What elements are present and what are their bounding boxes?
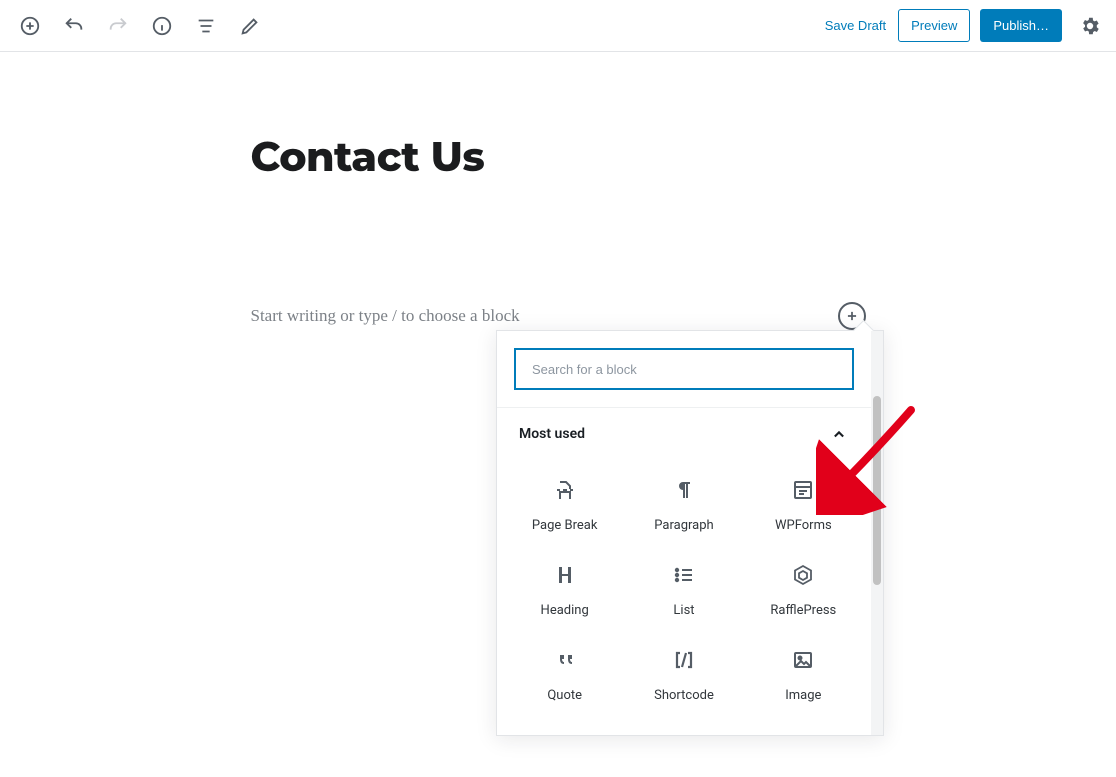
block-shortcode[interactable]: Shortcode bbox=[624, 632, 743, 717]
quote-icon bbox=[551, 646, 579, 674]
editor-canvas: Contact Us Start writing or type / to ch… bbox=[0, 52, 1116, 330]
image-icon bbox=[789, 646, 817, 674]
block-list[interactable]: List bbox=[624, 547, 743, 632]
block-rafflepress[interactable]: RafflePress bbox=[744, 547, 863, 632]
shortcode-icon bbox=[670, 646, 698, 674]
block-wpforms[interactable]: WPForms bbox=[744, 462, 863, 547]
inserter-scrollbar[interactable] bbox=[871, 331, 883, 735]
block-paragraph[interactable]: Paragraph bbox=[624, 462, 743, 547]
content-column: Contact Us Start writing or type / to ch… bbox=[251, 132, 866, 330]
block-heading[interactable]: Heading bbox=[505, 547, 624, 632]
scrollbar-thumb[interactable] bbox=[873, 396, 881, 585]
undo-icon[interactable] bbox=[56, 8, 92, 44]
block-grid: Page Break Paragraph WPForms bbox=[497, 454, 871, 735]
page-break-icon bbox=[551, 476, 579, 504]
settings-gear-icon[interactable] bbox=[1072, 8, 1108, 44]
redo-icon[interactable] bbox=[100, 8, 136, 44]
block-placeholder-text[interactable]: Start writing or type / to choose a bloc… bbox=[251, 306, 520, 326]
wpforms-icon bbox=[789, 476, 817, 504]
toolbar-right: Save Draft Preview Publish… bbox=[813, 8, 1108, 44]
inserter-section-header[interactable]: Most used bbox=[497, 407, 871, 454]
preview-button[interactable]: Preview bbox=[898, 9, 970, 42]
paragraph-icon bbox=[670, 476, 698, 504]
block-page-break[interactable]: Page Break bbox=[505, 462, 624, 547]
info-icon[interactable] bbox=[144, 8, 180, 44]
inserter-search-wrap bbox=[497, 331, 871, 407]
outline-icon[interactable] bbox=[188, 8, 224, 44]
publish-button[interactable]: Publish… bbox=[980, 9, 1062, 42]
save-draft-button[interactable]: Save Draft bbox=[813, 10, 898, 41]
inserter-section-title: Most used bbox=[519, 426, 585, 442]
search-input[interactable] bbox=[515, 349, 853, 389]
heading-icon bbox=[551, 561, 579, 589]
add-block-icon[interactable] bbox=[12, 8, 48, 44]
block-placeholder-row: Start writing or type / to choose a bloc… bbox=[251, 302, 866, 330]
toolbar-left bbox=[8, 8, 268, 44]
block-inserter-popover: Most used Page Break Paragraph bbox=[496, 330, 884, 736]
block-image[interactable]: Image bbox=[744, 632, 863, 717]
block-quote[interactable]: Quote bbox=[505, 632, 624, 717]
rafflepress-icon bbox=[789, 561, 817, 589]
list-icon bbox=[670, 561, 698, 589]
edit-icon[interactable] bbox=[232, 8, 268, 44]
editor-toolbar: Save Draft Preview Publish… bbox=[0, 0, 1116, 52]
chevron-up-icon bbox=[829, 424, 849, 444]
page-title[interactable]: Contact Us bbox=[251, 132, 866, 182]
